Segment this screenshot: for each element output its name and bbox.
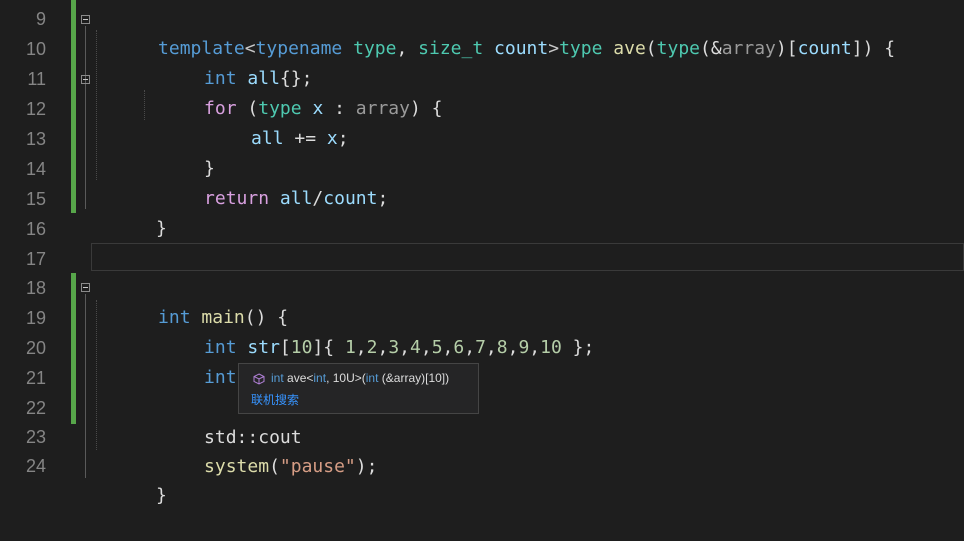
cube-icon <box>253 372 265 385</box>
line-number: 23 <box>25 427 46 447</box>
online-search-link[interactable]: 联机搜索 <box>251 393 299 408</box>
code-line-15[interactable]: 15 } <box>0 184 964 239</box>
tooltip-keyword: int <box>271 371 284 385</box>
code-line-17[interactable]: 17 <box>0 244 964 274</box>
code-line-23[interactable]: 23 system("pause"); <box>0 422 964 477</box>
code-line-22[interactable]: 22 std::cout <box>0 393 964 448</box>
tooltip-keyword: int <box>365 371 379 385</box>
code-line-24[interactable]: 24 } <box>0 451 964 506</box>
line-number: 22 <box>25 398 46 418</box>
code-editor[interactable]: 9 template<typename type, size_t count>t… <box>0 0 964 506</box>
line-number: 16 <box>25 219 46 239</box>
line-number: 10 <box>25 39 46 59</box>
line-number: 24 <box>25 456 46 476</box>
code-line-18[interactable]: 18 int main() { <box>0 273 964 328</box>
line-number: 13 <box>25 129 46 149</box>
line-number: 11 <box>27 69 46 89</box>
line-number: 14 <box>25 159 46 179</box>
tooltip-signature: int ave<int, 10U>(int (&array)[10]) <box>271 371 449 386</box>
line-number: 20 <box>25 338 46 358</box>
tooltip-function-name: ave< <box>283 371 314 385</box>
code-line-10[interactable]: 10 int all{}; <box>0 34 964 89</box>
line-number: 17 <box>25 249 46 269</box>
line-number: 21 <box>25 368 46 388</box>
line-number: 12 <box>25 99 46 119</box>
tooltip-template-args: , 10U>( <box>326 371 366 385</box>
code-line-9[interactable]: 9 template<typename type, size_t count>t… <box>0 4 964 59</box>
code-line-13[interactable]: 13 } <box>0 124 964 179</box>
code-line-11[interactable]: 11 for (type x : array) { <box>0 64 964 119</box>
line-number: 19 <box>25 308 46 328</box>
punct-token: } <box>156 485 167 506</box>
quick-info-tooltip: int ave<int, 10U>(int (&array)[10]) 联机搜索 <box>238 363 479 414</box>
tooltip-params: (&array)[10]) <box>378 371 450 385</box>
code-line-14[interactable]: 14 return all/count; <box>0 154 964 209</box>
code-line-21[interactable]: 21 <box>0 363 964 393</box>
code-line-19[interactable]: 19 int str[10]{ 1,2,3,4,5,6,7,8,9,10 }; <box>0 303 964 358</box>
line-number: 15 <box>25 189 46 209</box>
line-number: 9 <box>35 9 46 29</box>
code-line-16[interactable]: 16 <box>0 214 964 244</box>
code-line-12[interactable]: 12 all += x; <box>0 94 964 149</box>
tooltip-keyword: int <box>313 371 327 385</box>
line-number: 18 <box>25 278 46 298</box>
code-line-20[interactable]: 20 int i = ave(str); <box>0 333 964 388</box>
